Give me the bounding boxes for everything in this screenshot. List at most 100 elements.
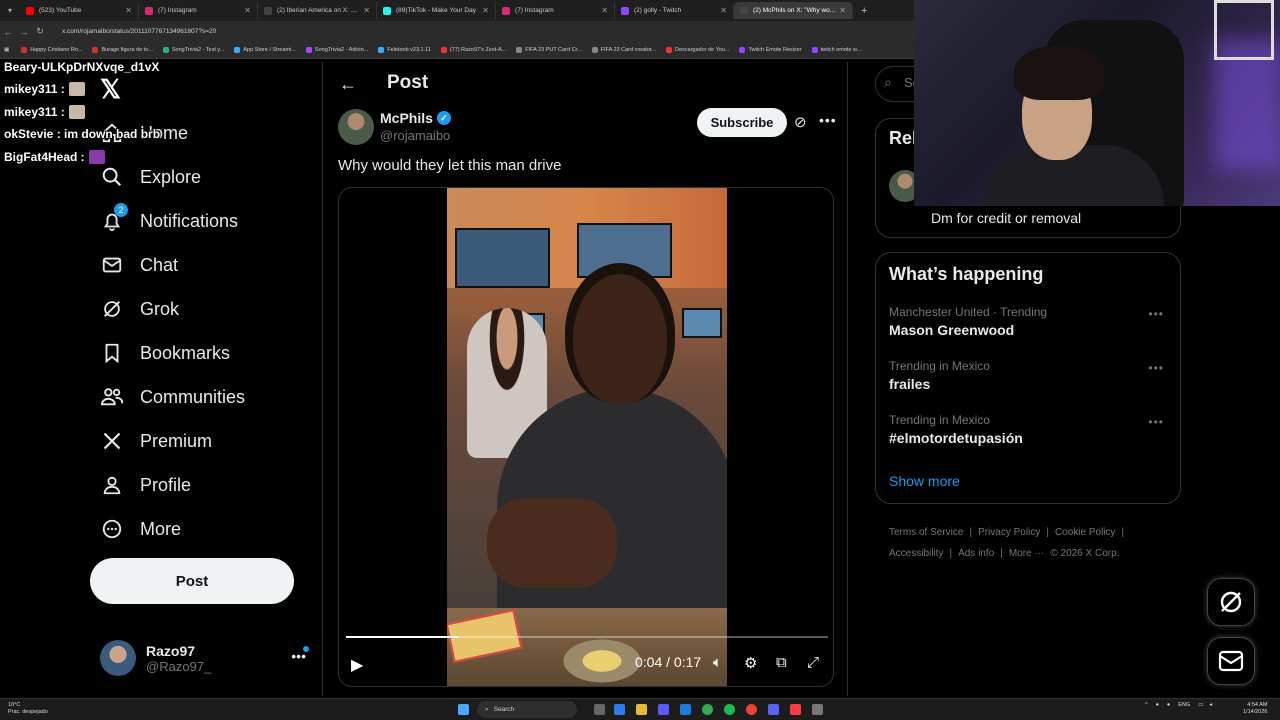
bookmark-item[interactable]: Descargador de You... xyxy=(666,47,729,53)
music-icon[interactable] xyxy=(790,704,801,715)
more-horizontal-icon[interactable]: ••• xyxy=(1148,307,1164,321)
nav-item-notifications[interactable]: 2 Notifications xyxy=(100,203,239,236)
trend-item[interactable]: Manchester United · Trending Mason Greenw… xyxy=(889,305,1169,338)
trend-item[interactable]: Trending in Mexico #elmotordetupasión ••• xyxy=(889,413,1169,446)
footer-link[interactable]: Accessibility xyxy=(889,548,943,559)
browser-tab[interactable]: (89)TikTok - Make Your Day ✕ xyxy=(377,2,496,19)
video-progress-bar[interactable] xyxy=(346,636,828,638)
new-tab-button[interactable]: + xyxy=(861,5,867,17)
reload-icon[interactable]: ↻ xyxy=(32,26,48,37)
browser-tab[interactable]: (523) YouTube ✕ xyxy=(20,2,139,19)
discord-icon[interactable] xyxy=(768,704,779,715)
tray-mic-icon[interactable]: ● xyxy=(1167,702,1170,708)
nav-item-bookmarks[interactable]: Bookmarks xyxy=(100,338,230,368)
grok-fab-button[interactable] xyxy=(1207,578,1255,626)
browser-tab[interactable]: (2) McPhils on X: "Why wo... ✕ xyxy=(734,2,853,19)
clock[interactable]: 4:54 AM 1/14/2026 xyxy=(1243,702,1267,716)
weather-widget[interactable]: 10°C Prac. despejado xyxy=(8,702,48,716)
nav-item-chat[interactable]: Chat xyxy=(100,250,178,280)
tab-close-icon[interactable]: ✕ xyxy=(125,6,132,15)
author-avatar[interactable] xyxy=(338,109,374,145)
pip-icon[interactable]: ⧉ xyxy=(776,654,787,671)
nav-item-grok[interactable]: Grok xyxy=(100,294,179,324)
more-horizontal-icon[interactable]: ••• xyxy=(1148,361,1164,375)
bookmark-item[interactable]: twitch emote w... xyxy=(811,47,861,53)
footer-link[interactable]: Cookie Policy xyxy=(1055,527,1116,538)
chrome-profile-icon[interactable] xyxy=(746,704,757,715)
bookmark-item[interactable]: Twitch Emote Resizer xyxy=(739,47,802,53)
footer-link[interactable]: Ads info xyxy=(958,548,994,559)
volume-tray-icon[interactable]: ◂ xyxy=(1209,702,1212,708)
nav-item-communities[interactable]: Communities xyxy=(100,382,245,412)
nav-item-label: Notifications xyxy=(140,210,239,231)
tray-app-icon[interactable]: ● xyxy=(1156,702,1159,708)
url-field[interactable]: x.com/rojamaibo/status/20111077671349618… xyxy=(62,28,216,35)
bookmark-item[interactable]: FIFA 23 Card creator... xyxy=(591,47,656,53)
task-view-icon[interactable] xyxy=(594,704,605,715)
author-name-link[interactable]: McPhils ✓ xyxy=(380,110,451,126)
grok-icon[interactable]: ⊘ xyxy=(794,113,807,131)
nav-item-premium[interactable]: Premium xyxy=(100,426,212,456)
nav-item-explore[interactable]: Explore xyxy=(100,162,201,192)
bookmark-item[interactable]: (77) Razo97's Zest-A... xyxy=(440,47,507,53)
tab-close-icon[interactable]: ✕ xyxy=(244,6,251,15)
x-logo-icon[interactable]: 𝕏 xyxy=(100,74,121,105)
forward-icon[interactable]: → xyxy=(16,27,32,37)
tab-search-icon[interactable]: ▾ xyxy=(0,0,20,21)
nav-item-profile[interactable]: Profile xyxy=(100,470,191,500)
back-icon[interactable]: ← xyxy=(0,27,16,37)
tab-close-icon[interactable]: ✕ xyxy=(839,6,846,15)
store-icon[interactable] xyxy=(658,704,669,715)
subscribe-button[interactable]: Subscribe xyxy=(697,108,787,137)
bookmark-item[interactable]: Happy Cristiano Ro... xyxy=(21,47,82,53)
chrome-icon[interactable] xyxy=(702,704,713,715)
bookmark-label: (77) Razo97's Zest-A... xyxy=(449,47,507,53)
nav-item-label: Profile xyxy=(140,474,192,495)
show-more-link[interactable]: Show more xyxy=(889,473,960,489)
more-horizontal-icon[interactable]: ••• xyxy=(1148,415,1164,429)
footer-link[interactable]: More ··· xyxy=(1009,548,1045,559)
spotify-icon[interactable] xyxy=(724,704,735,715)
settings-icon[interactable]: ⚙ xyxy=(744,654,757,672)
author-handle[interactable]: @rojamaibo xyxy=(380,128,450,143)
footer-link[interactable]: Privacy Policy xyxy=(978,527,1040,538)
nav-item-more[interactable]: More xyxy=(100,514,181,544)
taskbar-search[interactable]: ⌕ Search xyxy=(477,701,577,718)
more-horizontal-icon[interactable]: ••• xyxy=(291,648,306,664)
browser-tab[interactable]: (7) Instagram ✕ xyxy=(139,2,258,19)
bookmark-item[interactable]: App Store / Streami... xyxy=(234,47,296,53)
network-icon[interactable]: ▭ xyxy=(1198,702,1203,708)
bookmark-item[interactable]: FIFA 23 PUT Card Cr... xyxy=(516,47,582,53)
tab-close-icon[interactable]: ✕ xyxy=(363,6,370,15)
browser-tab[interactable]: (7) Instagram ✕ xyxy=(496,2,615,19)
app-icon[interactable] xyxy=(812,704,823,715)
volume-icon[interactable]: 🔈︎ xyxy=(713,654,722,671)
tab-close-icon[interactable]: ✕ xyxy=(482,6,489,15)
tray-chevron-icon[interactable]: ^ xyxy=(1145,702,1148,708)
file-explorer-icon[interactable] xyxy=(636,704,647,715)
account-switcher[interactable]: Razo97 @Razo97_ ••• xyxy=(100,638,312,678)
browser-tab[interactable]: (2) Iberian America on X: "Tho... ✕ xyxy=(258,2,377,19)
play-icon[interactable]: ▶ xyxy=(351,655,363,675)
footer-link[interactable]: © 2026 X Corp. xyxy=(1050,548,1119,559)
edge-icon[interactable] xyxy=(614,704,625,715)
video-player[interactable]: ▶ 0:04 / 0:17 🔈︎ ⚙ ⧉ ⤢ xyxy=(338,187,834,687)
post-button[interactable]: Post xyxy=(90,558,294,604)
tab-close-icon[interactable]: ✕ xyxy=(720,6,727,15)
windows-start-icon[interactable] xyxy=(458,704,469,715)
bookmark-item[interactable]: SongTrivia2 - Test y... xyxy=(162,47,224,53)
messages-fab-button[interactable] xyxy=(1207,637,1255,685)
apps-icon[interactable]: ▦ xyxy=(4,47,9,53)
tab-close-icon[interactable]: ✕ xyxy=(601,6,608,15)
bookmark-item[interactable]: SongTrivia2 - Adivin... xyxy=(305,47,368,53)
bookmark-item[interactable]: Feletoob v23.1.11 xyxy=(378,47,431,53)
mail-app-icon[interactable] xyxy=(680,704,691,715)
back-arrow-icon[interactable]: ← xyxy=(339,74,357,95)
more-horizontal-icon[interactable]: ••• xyxy=(819,112,837,128)
fullscreen-icon[interactable]: ⤢ xyxy=(807,654,819,671)
bookmark-item[interactable]: Burago figura de to... xyxy=(92,47,153,53)
language-indicator[interactable]: ENG xyxy=(1178,702,1190,708)
browser-tab[interactable]: (2) golly - Twitch ✕ xyxy=(615,2,734,19)
trend-item[interactable]: Trending in Mexico frailes ••• xyxy=(889,359,1169,392)
footer-link[interactable]: Terms of Service xyxy=(889,527,963,538)
